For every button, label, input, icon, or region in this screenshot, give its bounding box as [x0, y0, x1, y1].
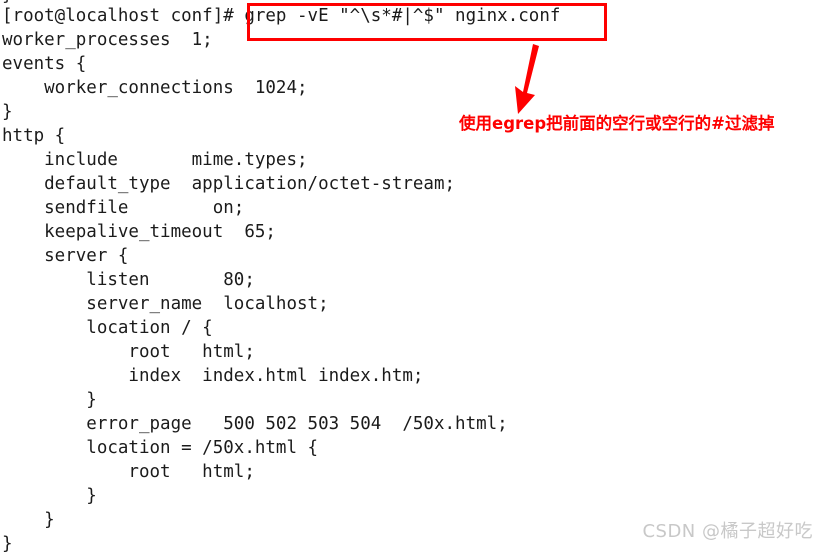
terminal-output-area: } [root@localhost conf]# grep -vE "^\s*#… [0, 0, 831, 555]
output-line: worker_processes 1; [2, 30, 213, 50]
output-line: include mime.types; [2, 150, 308, 170]
output-line: sendfile on; [2, 198, 245, 218]
output-line: } [2, 510, 55, 530]
output-line: error_page 500 502 503 504 /50x.html; [2, 414, 508, 434]
output-line: location / { [2, 318, 213, 338]
down-left-arrow-icon [515, 44, 539, 114]
csdn-watermark: CSDN @橘子超好吃 [642, 521, 813, 542]
output-line: root html; [2, 342, 255, 362]
output-line: keepalive_timeout 65; [2, 222, 276, 242]
output-line: listen 80; [2, 270, 255, 290]
command-highlight-box [247, 3, 607, 41]
output-line: server { [2, 246, 129, 266]
output-line: root html; [2, 462, 255, 482]
output-line: index index.html index.htm; [2, 366, 424, 386]
output-line: } [2, 390, 97, 410]
output-line: } [2, 534, 13, 554]
output-line: worker_connections 1024; [2, 78, 308, 98]
output-line: location = /50x.html { [2, 438, 319, 458]
output-line: events { [2, 54, 87, 74]
annotation-label: 使用egrep把前面的空行或空行的#过滤掉 [459, 114, 775, 133]
output-line: server_name localhost; [2, 294, 329, 314]
output-line: } [2, 102, 13, 122]
output-line: } [2, 486, 97, 506]
output-line: default_type application/octet-stream; [2, 174, 456, 194]
output-line: http { [2, 126, 66, 146]
